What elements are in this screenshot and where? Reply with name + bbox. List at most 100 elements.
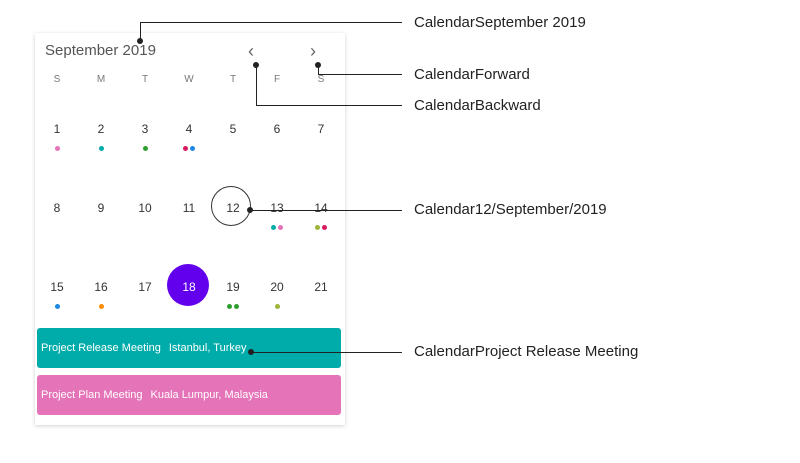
event-dot: [227, 304, 232, 309]
day-number: 13: [270, 201, 284, 215]
day-cell-6[interactable]: 6: [255, 122, 299, 162]
annotation-line: [140, 22, 402, 23]
day-cell-20[interactable]: 20: [255, 280, 299, 320]
event-dot: [142, 146, 148, 151]
day-number: 4: [185, 122, 193, 136]
day-cell-5[interactable]: 5: [211, 122, 255, 162]
day-cell-11[interactable]: 11: [167, 201, 211, 241]
event-dots: [299, 225, 343, 230]
annotation-line: [251, 352, 402, 353]
annotation-dot: [253, 62, 259, 68]
weekday-label: F: [273, 74, 281, 85]
weekday-label: W: [184, 74, 194, 85]
day-cell-21[interactable]: 21: [299, 280, 343, 320]
event-dot: [274, 304, 280, 309]
day-number: 20: [270, 280, 284, 294]
day-number: 17: [138, 280, 152, 294]
month-title: September 2019: [45, 42, 156, 59]
weekday-label: M: [96, 74, 106, 85]
event-dot: [54, 304, 60, 309]
event-dots: [255, 304, 299, 309]
day-number: 18: [182, 280, 196, 294]
day-number: 3: [141, 122, 149, 136]
event-dots: [35, 146, 79, 151]
day-cell-10[interactable]: 10: [123, 201, 167, 241]
day-number: 8: [53, 201, 61, 215]
day-number: 14: [314, 201, 328, 215]
weekday-label: T: [141, 74, 149, 85]
day-cell-17[interactable]: 17: [123, 280, 167, 320]
event-dot: [98, 146, 104, 151]
day-number: 9: [97, 201, 105, 215]
day-cell-9[interactable]: 9: [79, 201, 123, 241]
day-cell-4[interactable]: 4: [167, 122, 211, 162]
annotation-event: CalendarProject Release Meeting: [414, 343, 639, 360]
annotation-line: [256, 105, 402, 106]
event-project-release-meeting[interactable]: Project Release Meeting Istanbul, Turkey: [37, 328, 341, 368]
event-dot: [190, 146, 195, 151]
event-dot: [98, 304, 104, 309]
annotation-dot: [248, 349, 254, 355]
event-dot: [322, 225, 327, 230]
day-cell-14[interactable]: 14: [299, 201, 343, 241]
event-dot: [271, 225, 276, 230]
event-location: Istanbul, Turkey: [168, 342, 247, 354]
day-number: 11: [182, 201, 196, 215]
event-dot: [278, 225, 283, 230]
event-dots: [167, 146, 211, 151]
day-number: 10: [138, 201, 152, 215]
calendar-card: September 2019 ‹ › S M T W T F S 1 2 3 4 5 6 7…: [35, 33, 345, 425]
event-dot: [183, 146, 188, 151]
event-dots: [79, 304, 123, 309]
weekday-label: S: [317, 74, 325, 85]
event-dots: [79, 146, 123, 151]
annotation-line: [318, 74, 402, 75]
annotation-dot: [315, 62, 321, 68]
day-cell-13[interactable]: 13: [255, 201, 299, 241]
day-cell-19[interactable]: 19: [211, 280, 255, 320]
weekday-header: S M T W T F S: [35, 74, 345, 88]
day-number: 2: [97, 122, 105, 136]
day-cell-16[interactable]: 16: [79, 280, 123, 320]
calendar-forward-button[interactable]: ›: [301, 41, 325, 61]
annotation-dot: [247, 207, 253, 213]
annotation-line: [256, 65, 257, 106]
annotation-forward: CalendarForward: [414, 66, 530, 83]
calendar-backward-button[interactable]: ‹: [239, 41, 263, 61]
annotation-line: [250, 210, 402, 211]
day-number: 16: [94, 280, 108, 294]
chevron-left-icon: ‹: [248, 40, 254, 61]
day-number: 15: [50, 280, 64, 294]
annotation-month: CalendarSeptember 2019: [414, 14, 586, 31]
event-dot: [315, 225, 320, 230]
day-number: 21: [314, 280, 328, 294]
event-dots: [35, 304, 79, 309]
day-cell-18[interactable]: 18: [167, 280, 211, 320]
annotation-dot: [137, 38, 143, 44]
event-title: Project Release Meeting: [41, 342, 161, 354]
day-number: 1: [53, 122, 61, 136]
event-location: Kuala Lumpur, Malaysia: [150, 389, 268, 401]
day-cell-3[interactable]: 3: [123, 122, 167, 162]
annotation-date: Calendar12/September/2019: [414, 201, 607, 218]
weekday-label: T: [229, 74, 237, 85]
day-number: 5: [229, 122, 237, 136]
annotation-backward: CalendarBackward: [414, 97, 541, 114]
event-dot: [54, 146, 60, 151]
day-number: 7: [317, 122, 325, 136]
chevron-right-icon: ›: [310, 40, 316, 61]
day-cell-7[interactable]: 7: [299, 122, 343, 162]
day-cell-8[interactable]: 8: [35, 201, 79, 241]
day-cell-2[interactable]: 2: [79, 122, 123, 162]
day-cell-1[interactable]: 1: [35, 122, 79, 162]
weekday-label: S: [53, 74, 61, 85]
event-dots: [211, 304, 255, 309]
day-cell-15[interactable]: 15: [35, 280, 79, 320]
day-number: 6: [273, 122, 281, 136]
day-number: 19: [226, 280, 240, 294]
event-dots: [255, 225, 299, 230]
event-dots: [123, 146, 167, 151]
event-title: Project Plan Meeting: [41, 389, 143, 401]
event-project-plan-meeting[interactable]: Project Plan Meeting Kuala Lumpur, Malay…: [37, 375, 341, 415]
event-dot: [234, 304, 239, 309]
